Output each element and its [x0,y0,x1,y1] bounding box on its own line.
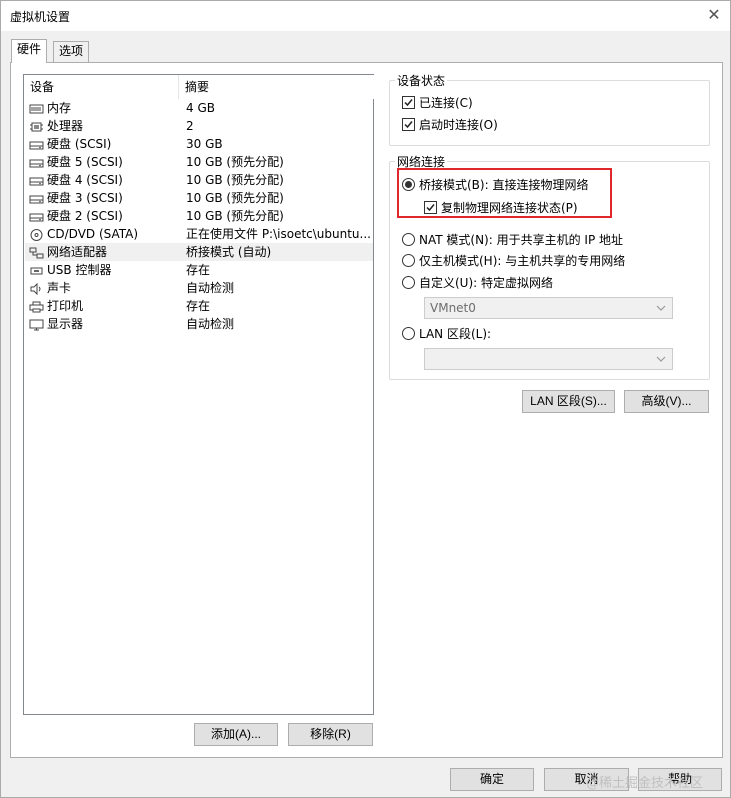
column-header-device[interactable]: 设备 [24,75,179,99]
device-name: 硬盘 4 (SCSI) [47,173,123,187]
device-name: 显示器 [47,317,84,331]
window-title: 虚拟机设置 [10,10,71,24]
lan-segment-label: LAN 区段(L): [419,327,492,341]
device-table[interactable]: 设备 摘要 内存 4 GB 处理器 2 硬盘 (SCSI) 30 GB 硬盘 5 (SCSI… [23,74,374,715]
table-row[interactable]: 硬盘 5 (SCSI) 10 GB (预先分配) [25,153,373,171]
table-row[interactable]: USB 控制器 存在 [25,261,373,279]
tab-hardware[interactable]: 硬件 [11,39,48,63]
device-name: 硬盘 5 (SCSI) [47,155,123,169]
ok-button[interactable]: 确定 [450,768,534,791]
device-status-title: 设备状态 [395,72,448,89]
device-summary: 正在使用文件 P:\isoetc\ubuntu... [186,227,371,241]
device-name: USB 控制器 [47,263,112,277]
device-summary: 10 GB (预先分配) [186,173,284,187]
nat-label: NAT 模式(N): 用于共享主机的 IP 地址 [419,233,624,247]
lan-segment-select[interactable] [424,348,673,370]
network-icon [29,246,44,259]
table-row[interactable]: 网络适配器 桥接模式 (自动) [25,243,373,261]
chevron-down-icon [656,356,666,362]
custom-radio[interactable]: 自定义(U): 特定虚拟网络 [402,274,553,291]
device-name: 网络适配器 [47,245,108,259]
device-summary: 2 [186,119,194,133]
usb-icon [29,264,44,276]
printer-icon [29,300,44,313]
connect-on-power-label: 启动时连接(O) [419,118,498,132]
title-bar: 虚拟机设置 ✕ [1,1,730,31]
table-row[interactable]: 硬盘 2 (SCSI) 10 GB (预先分配) [25,207,373,225]
device-summary: 4 GB [186,101,215,115]
disk-icon [29,174,44,186]
disk-icon [29,156,44,168]
device-summary: 存在 [186,299,211,313]
advanced-button[interactable]: 高级(V)... [624,390,709,413]
radio-button [402,276,415,289]
cd-icon [29,228,44,241]
watermark: @稀土掘金技术社区 [586,776,704,791]
checkbox-box [402,96,415,109]
device-summary: 10 GB (预先分配) [186,209,284,223]
tab-options[interactable]: 选项 [53,41,90,62]
table-row[interactable]: 硬盘 3 (SCSI) 10 GB (预先分配) [25,189,373,207]
device-summary: 自动检测 [186,281,235,295]
custom-label: 自定义(U): 特定虚拟网络 [419,276,554,290]
device-name: 打印机 [47,299,84,313]
table-row[interactable]: 处理器 2 [25,117,373,135]
device-summary: 10 GB (预先分配) [186,155,284,169]
column-header-summary[interactable]: 摘要 [179,75,374,99]
disk-icon [29,138,44,150]
connected-label: 已连接(C) [419,96,473,110]
radio-button [402,233,415,246]
device-summary: 自动检测 [186,317,235,331]
device-summary: 存在 [186,263,211,277]
checkbox-box [402,118,415,131]
add-device-button[interactable]: 添加(A)... [194,723,278,746]
device-name: 内存 [47,101,72,115]
memory-icon [29,102,44,114]
check-icon [404,121,413,129]
host-only-label: 仅主机模式(H): 与主机共享的专用网络 [419,254,626,268]
check-icon [404,99,413,107]
remove-device-button[interactable]: 移除(R) [288,723,373,746]
device-name: 硬盘 2 (SCSI) [47,209,123,223]
table-row[interactable]: CD/DVD (SATA) 正在使用文件 P:\isoetc\ubuntu... [25,225,373,243]
device-name: 硬盘 (SCSI) [47,137,112,151]
host-only-radio[interactable]: 仅主机模式(H): 与主机共享的专用网络 [402,252,625,269]
connected-checkbox[interactable]: 已连接(C) [402,94,473,111]
device-name: 处理器 [47,119,84,133]
device-status-group [389,80,710,146]
radio-button [402,254,415,267]
highlight-box [397,168,612,218]
monitor-icon [29,318,44,331]
disk-icon [29,192,44,204]
device-summary: 30 GB [186,137,223,151]
device-summary: 桥接模式 (自动) [186,245,272,259]
device-name: CD/DVD (SATA) [47,227,139,241]
device-summary: 10 GB (预先分配) [186,191,284,205]
custom-network-value: VMnet0 [430,301,476,315]
lan-segments-button[interactable]: LAN 区段(S)... [522,390,615,413]
chevron-down-icon [656,305,666,311]
custom-network-select[interactable]: VMnet0 [424,297,673,319]
close-icon[interactable]: ✕ [704,5,724,25]
device-name: 硬盘 3 (SCSI) [47,191,123,205]
table-row[interactable]: 打印机 存在 [25,297,373,315]
speaker-icon [29,282,44,296]
cpu-icon [29,120,44,132]
vm-settings-window: 虚拟机设置 ✕ 硬件 选项 设备 摘要 内存 4 GB 处理器 2 硬盘 (SCSI) 3… [0,0,731,798]
table-row[interactable]: 硬盘 4 (SCSI) 10 GB (预先分配) [25,171,373,189]
lan-segment-radio[interactable]: LAN 区段(L): [402,325,491,342]
device-name: 声卡 [47,281,72,295]
tab-options-label: 选项 [59,44,84,58]
table-row[interactable]: 硬盘 (SCSI) 30 GB [25,135,373,153]
table-row[interactable]: 声卡 自动检测 [25,279,373,297]
tab-hardware-label: 硬件 [17,42,42,56]
table-row[interactable]: 内存 4 GB [25,99,373,117]
radio-button [402,327,415,340]
connect-on-power-checkbox[interactable]: 启动时连接(O) [402,116,498,133]
table-row[interactable]: 显示器 自动检测 [25,315,373,333]
nat-radio[interactable]: NAT 模式(N): 用于共享主机的 IP 地址 [402,231,623,248]
disk-icon [29,210,44,222]
